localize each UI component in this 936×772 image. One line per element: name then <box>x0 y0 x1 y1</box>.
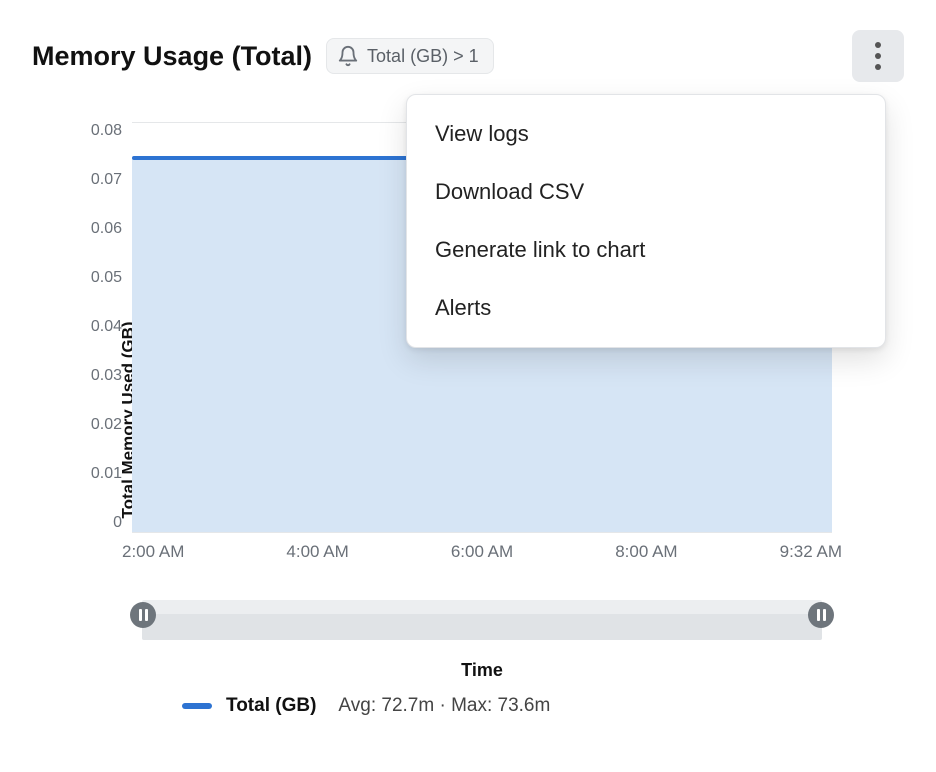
kebab-icon <box>875 42 881 70</box>
menu-generate-link[interactable]: Generate link to chart <box>407 221 885 279</box>
scrubber-track <box>142 600 822 640</box>
menu-alerts[interactable]: Alerts <box>407 279 885 337</box>
x-tick: 9:32 AM <box>780 542 842 562</box>
x-axis-ticks: 2:00 AM 4:00 AM 6:00 AM 8:00 AM 9:32 AM <box>132 542 832 562</box>
chart-options-menu: View logs Download CSV Generate link to … <box>406 94 886 348</box>
x-axis-label: Time <box>132 660 832 681</box>
time-scrubber[interactable] <box>132 590 832 640</box>
chart-title: Memory Usage (Total) <box>32 41 312 72</box>
x-tick: 2:00 AM <box>122 542 184 562</box>
menu-view-logs[interactable]: View logs <box>407 105 885 163</box>
chart-header: Memory Usage (Total) Total (GB) > 1 <box>32 30 904 82</box>
y-tick: 0.06 <box>52 220 122 238</box>
y-tick: 0.08 <box>52 122 122 140</box>
y-tick: 0.01 <box>52 465 122 483</box>
legend-swatch <box>182 703 212 709</box>
y-tick: 0.03 <box>52 367 122 385</box>
bell-icon <box>337 45 359 67</box>
y-tick: 0 <box>52 514 122 532</box>
scrubber-handle-left[interactable] <box>130 602 156 628</box>
legend-stats: Avg: 72.7m · Max: 73.6m <box>338 695 550 717</box>
y-tick: 0.04 <box>52 318 122 336</box>
x-tick: 8:00 AM <box>615 542 677 562</box>
alert-chip-label: Total (GB) > 1 <box>367 46 479 67</box>
x-tick: 6:00 AM <box>451 542 513 562</box>
alert-chip[interactable]: Total (GB) > 1 <box>326 38 494 74</box>
scrubber-handle-right[interactable] <box>808 602 834 628</box>
legend-series-name: Total (GB) <box>226 695 316 717</box>
y-tick: 0.05 <box>52 269 122 287</box>
x-tick: 4:00 AM <box>286 542 348 562</box>
chart-options-button[interactable] <box>852 30 904 82</box>
y-tick: 0.07 <box>52 171 122 189</box>
y-tick: 0.02 <box>52 416 122 434</box>
legend: Total (GB) Avg: 72.7m · Max: 73.6m <box>182 695 904 717</box>
menu-download-csv[interactable]: Download CSV <box>407 163 885 221</box>
